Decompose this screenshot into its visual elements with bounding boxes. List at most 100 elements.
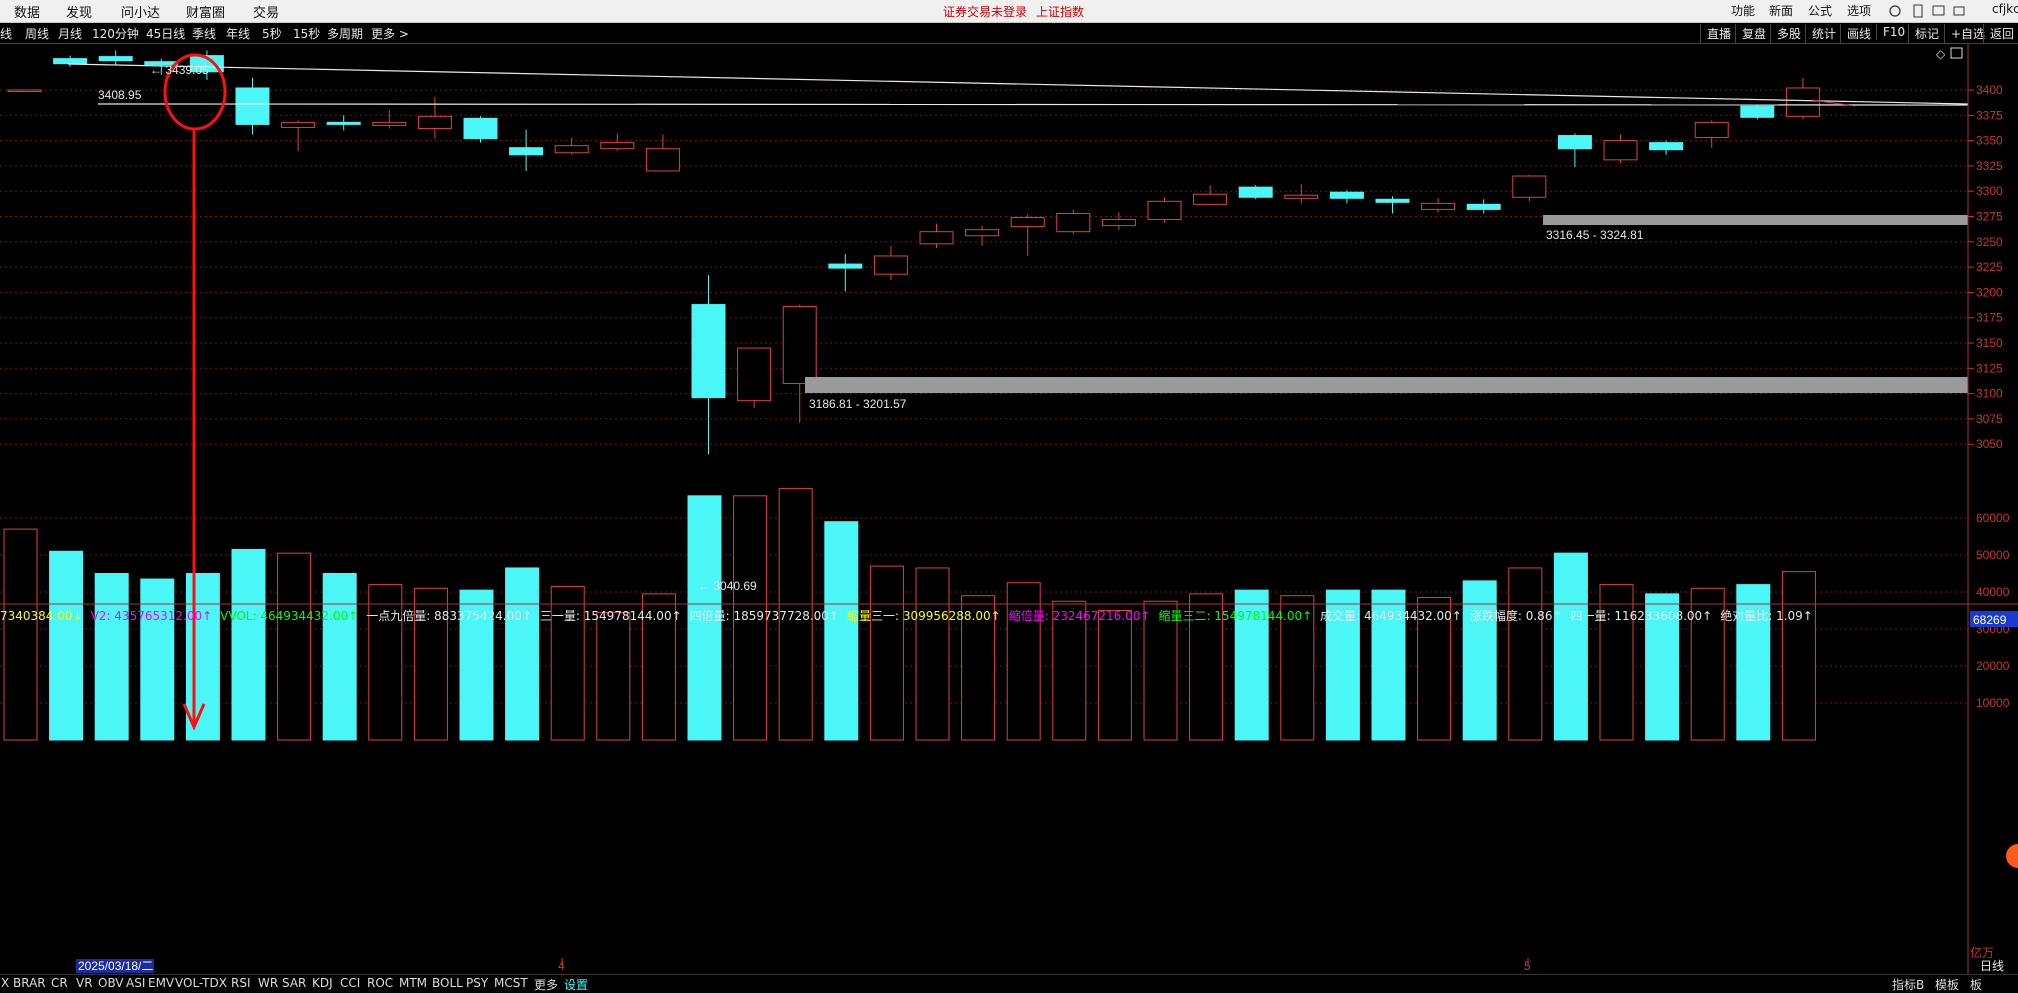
toolbar-stats[interactable]: 统计 — [1805, 24, 1842, 43]
period-tab-more[interactable]: 更多 > — [371, 25, 409, 42]
indicator-tab[interactable]: 设置 — [564, 976, 588, 993]
toolbar-f10[interactable]: F10 — [1876, 24, 1911, 40]
candle[interactable] — [1466, 203, 1501, 210]
candle[interactable] — [1329, 191, 1364, 199]
candle[interactable] — [1010, 217, 1045, 228]
indicator-tab[interactable]: RSI — [231, 976, 251, 990]
menu-formula[interactable]: 公式 — [1808, 2, 1832, 19]
candle[interactable] — [1193, 193, 1228, 205]
candle[interactable] — [600, 142, 635, 150]
volume-bar[interactable] — [1781, 571, 1816, 741]
toolbar-draw[interactable]: 画线 — [1840, 24, 1877, 43]
candle[interactable] — [326, 121, 361, 125]
menu-function[interactable]: 功能 — [1731, 2, 1755, 19]
candle[interactable] — [828, 263, 863, 269]
toolbar-replay[interactable]: 复盘 — [1735, 24, 1772, 43]
bottom-right-tab[interactable]: 板 — [1970, 976, 1982, 993]
volume-bar[interactable] — [140, 578, 175, 741]
candle[interactable] — [645, 148, 680, 172]
candle[interactable] — [1421, 202, 1456, 210]
indicator-tab[interactable]: CCI — [340, 976, 360, 990]
gap-zone-2[interactable] — [1543, 215, 1968, 225]
volume-bar[interactable] — [505, 567, 540, 741]
period-tab-15s[interactable]: 15秒 — [293, 25, 320, 42]
indicator-tab[interactable]: BRAR — [13, 976, 46, 990]
candle[interactable] — [965, 229, 1000, 237]
volume-bar[interactable] — [94, 573, 129, 741]
candle[interactable] — [1649, 142, 1684, 151]
candle[interactable] — [782, 306, 817, 384]
window-controls[interactable] — [1888, 4, 1998, 18]
volume-bar[interactable] — [1462, 580, 1497, 741]
indicator-tab[interactable]: CR — [51, 976, 68, 990]
menu-wealth-circle[interactable]: 财富圈 — [186, 2, 225, 21]
period-tab-120min[interactable]: 120分钟 — [92, 25, 139, 42]
candle[interactable] — [1694, 121, 1729, 139]
candle[interactable] — [1238, 186, 1273, 198]
diamond-icon[interactable]: ◇ — [1936, 47, 1946, 61]
trend-line[interactable] — [67, 63, 1969, 105]
gap-zone-1[interactable] — [805, 377, 1968, 393]
candle[interactable] — [554, 145, 589, 154]
candle[interactable] — [7, 89, 42, 92]
menu-data[interactable]: 数据 — [14, 2, 40, 21]
indicator-tab[interactable]: VR — [76, 976, 93, 990]
candle[interactable] — [737, 347, 772, 402]
bottom-right-tab[interactable]: 模板 — [1935, 976, 1959, 993]
indicator-tab[interactable]: VOL-TDX — [175, 976, 227, 990]
candle[interactable] — [417, 115, 452, 129]
volume-bar[interactable] — [322, 573, 357, 741]
volume-bar[interactable] — [3, 528, 38, 741]
indicator-tab[interactable]: EMV — [148, 976, 174, 990]
candle[interactable] — [1603, 140, 1638, 161]
horizontal-line[interactable] — [97, 103, 1969, 106]
candle[interactable] — [463, 117, 498, 140]
indicator-tab[interactable]: WR — [258, 976, 278, 990]
indicator-tab[interactable]: BOLL — [432, 976, 463, 990]
menu-options[interactable]: 选项 — [1847, 2, 1871, 19]
period-tab-month[interactable]: 月线 — [58, 25, 82, 42]
volume-bar[interactable] — [824, 521, 859, 741]
user-name[interactable]: cfjkcz — [1992, 2, 2018, 16]
volume-bar[interactable] — [277, 552, 312, 741]
login-notice[interactable]: 证券交易未登录 — [943, 3, 1027, 20]
toolbar-mark[interactable]: 标记 — [1908, 24, 1945, 43]
period-tab-5s[interactable]: 5秒 — [262, 25, 282, 42]
kline-chart[interactable]: ← 3439.05 3408.95 ← 3040.69 3186.81 - 32… — [0, 44, 2018, 974]
candle[interactable] — [509, 147, 544, 156]
period-tab-quarter[interactable]: 季线 — [192, 25, 216, 42]
bottom-right-tab[interactable]: 指标B — [1892, 976, 1924, 993]
volume-bar[interactable] — [869, 565, 904, 741]
indicator-tab[interactable]: PSY — [466, 976, 488, 990]
candle[interactable] — [1147, 200, 1182, 221]
menu-ask-xiaoda[interactable]: 问小达 — [121, 2, 160, 21]
candle[interactable] — [1284, 194, 1319, 199]
volume-bar[interactable] — [49, 550, 84, 741]
indicator-tab[interactable]: KDJ — [312, 976, 333, 990]
period-tab-year[interactable]: 年线 — [226, 25, 250, 42]
toolbar-live[interactable]: 直播 — [1700, 24, 1737, 43]
period-tab-day[interactable]: 线 — [0, 25, 12, 42]
candle[interactable] — [873, 255, 908, 275]
toolbar-back[interactable]: 返回 — [1983, 24, 2018, 43]
indicator-tab[interactable]: MCST — [494, 976, 528, 990]
candle[interactable] — [919, 231, 954, 245]
candle[interactable] — [281, 121, 316, 128]
candle[interactable] — [691, 304, 726, 399]
candle[interactable] — [1557, 135, 1592, 150]
indicator-tab[interactable]: SAR — [282, 976, 306, 990]
indicator-tab[interactable]: ROC — [367, 976, 393, 990]
volume-bar[interactable] — [185, 573, 220, 741]
indicator-tab[interactable]: OBV — [98, 976, 124, 990]
menu-new-page[interactable]: 新面 — [1769, 2, 1793, 19]
menu-discover[interactable]: 发现 — [66, 2, 92, 21]
indicator-tab[interactable]: MTM — [399, 976, 427, 990]
candle[interactable] — [1101, 219, 1136, 227]
candle[interactable] — [235, 87, 270, 125]
volume-bar[interactable] — [915, 567, 950, 741]
volume-bar[interactable] — [596, 611, 631, 741]
indicator-tab[interactable]: X — [1, 976, 9, 990]
period-tab-45day[interactable]: 45日线 — [146, 25, 185, 42]
candle[interactable] — [53, 58, 88, 65]
volume-bar[interactable] — [1097, 610, 1132, 741]
